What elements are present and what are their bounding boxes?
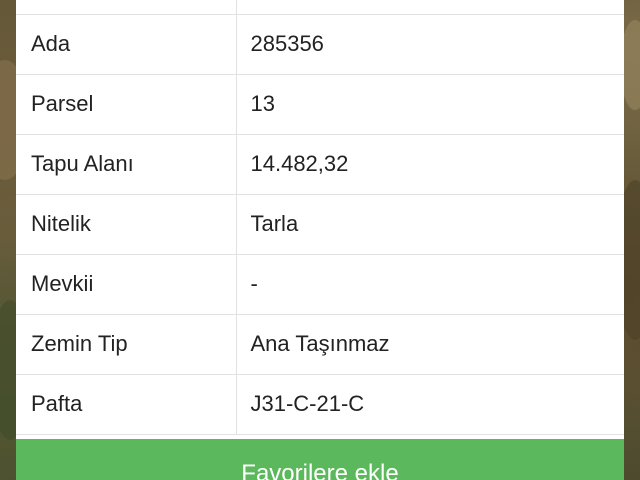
row-label: Mevkii — [16, 254, 237, 315]
row-label: Parsel — [16, 74, 237, 135]
parcel-info-card: Ada 285356 Parsel 13 Tapu Alanı 14.482,3… — [16, 0, 624, 480]
table-row: Mevkii - — [16, 254, 624, 315]
row-value: Ana Taşınmaz — [236, 314, 624, 375]
row-label: Pafta — [16, 374, 237, 435]
table-row: Pafta J31-C-21-C — [16, 374, 624, 435]
table-cell — [16, 0, 237, 15]
row-label: Tapu Alanı — [16, 134, 237, 195]
row-value: - — [236, 254, 624, 315]
row-value: 14.482,32 — [236, 134, 624, 195]
table-row — [16, 0, 624, 15]
table-row: Nitelik Tarla — [16, 194, 624, 255]
add-favorites-button[interactable]: Favorilere ekle — [16, 439, 624, 480]
table-row: Zemin Tip Ana Taşınmaz — [16, 314, 624, 375]
row-value: J31-C-21-C — [236, 374, 624, 435]
row-label: Zemin Tip — [16, 314, 237, 375]
row-value: Tarla — [236, 194, 624, 255]
row-value: 285356 — [236, 14, 624, 75]
table-cell — [236, 0, 624, 15]
row-label: Nitelik — [16, 194, 237, 255]
row-value: 13 — [236, 74, 624, 135]
table-row: Ada 285356 — [16, 14, 624, 75]
row-label: Ada — [16, 14, 237, 75]
parcel-info-table: Ada 285356 Parsel 13 Tapu Alanı 14.482,3… — [16, 0, 624, 435]
table-row: Parsel 13 — [16, 74, 624, 135]
table-row: Tapu Alanı 14.482,32 — [16, 134, 624, 195]
